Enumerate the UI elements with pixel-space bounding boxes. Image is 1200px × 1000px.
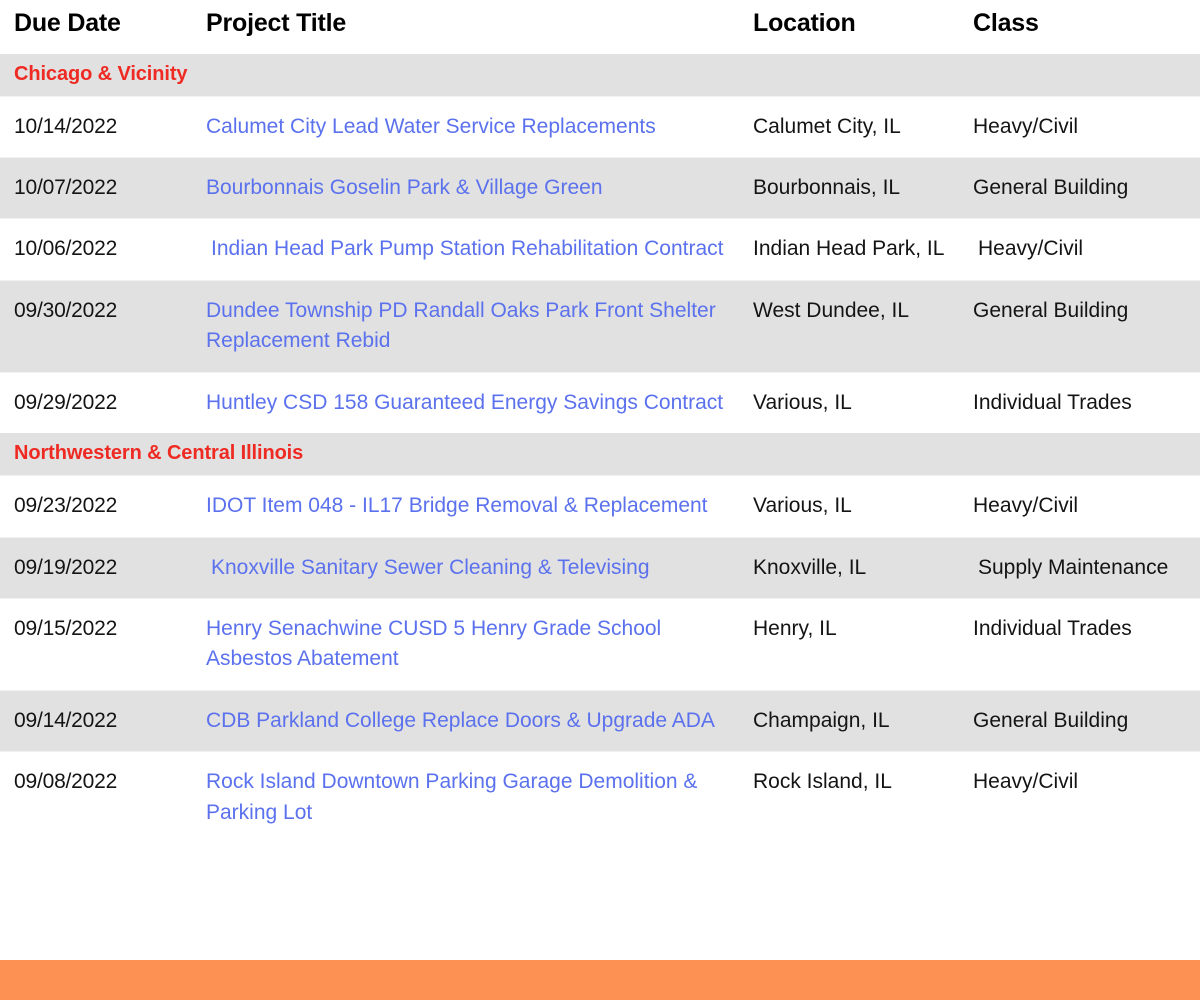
section-header-cell: Chicago & Vicinity	[0, 53, 1200, 96]
cell-class: General Building	[972, 279, 1200, 373]
project-listing-page: Due Date Project Title Location Class Ch…	[0, 0, 1200, 1000]
section-header-cell: Northwestern & Central Illinois	[0, 433, 1200, 476]
project-title-link[interactable]: Dundee Township PD Randall Oaks Park Fro…	[206, 299, 716, 352]
table-row[interactable]: 09/08/2022 Rock Island Downtown Parking G…	[0, 751, 1200, 844]
column-header-location[interactable]: Location	[746, 0, 972, 54]
cell-location: Various, IL	[746, 371, 972, 434]
cell-due-date: 10/14/2022	[0, 95, 172, 158]
section-title: Chicago & Vicinity	[14, 62, 188, 85]
table-header: Due Date Project Title Location Class	[0, 0, 1200, 54]
cell-location: West Dundee, IL	[746, 279, 972, 373]
project-title-link[interactable]: Huntley CSD 158 Guaranteed Energy Saving…	[206, 391, 723, 414]
cell-location: Henry, IL	[746, 598, 972, 691]
cell-project-title: Bourbonnais Goselin Park & Village Green	[172, 156, 746, 219]
table-row[interactable]: 10/07/2022 Bourbonnais Goselin Park & Vil…	[0, 156, 1200, 219]
cell-due-date: 09/14/2022	[0, 689, 172, 752]
cell-class: General Building	[972, 156, 1200, 219]
section-header-row: Northwestern & Central Illinois	[0, 433, 1200, 476]
cell-location: Calumet City, IL	[746, 95, 972, 158]
projects-table: Due Date Project Title Location Class Ch…	[0, 0, 1200, 844]
cell-project-title: Dundee Township PD Randall Oaks Park Fro…	[172, 279, 746, 373]
table-row[interactable]: 09/15/2022 Henry Senachwine CUSD 5 Henry …	[0, 598, 1200, 691]
cell-location: Bourbonnais, IL	[746, 156, 972, 219]
project-title-link[interactable]: CDB Parkland College Replace Doors & Upg…	[206, 709, 715, 732]
cell-location: Champaign, IL	[746, 689, 972, 752]
cell-due-date: 10/06/2022	[0, 218, 172, 281]
cell-due-date: 09/23/2022	[0, 475, 172, 538]
cell-project-title: Henry Senachwine CUSD 5 Henry Grade Scho…	[172, 598, 746, 691]
footer-accent-bar	[0, 960, 1200, 1000]
cell-project-title: Huntley CSD 158 Guaranteed Energy Saving…	[172, 371, 746, 434]
cell-due-date: 10/07/2022	[0, 156, 172, 219]
project-title-link[interactable]: Indian Head Park Pump Station Rehabilita…	[211, 237, 723, 260]
project-title-link[interactable]: Calumet City Lead Water Service Replacem…	[206, 115, 656, 138]
table-row[interactable]: 10/06/2022 Indian Head Park Pump Station …	[0, 218, 1200, 281]
cell-class: Heavy/Civil	[972, 218, 1200, 281]
cell-location: Indian Head Park, IL	[746, 218, 972, 281]
cell-location: Rock Island, IL	[746, 751, 972, 844]
project-title-link[interactable]: Henry Senachwine CUSD 5 Henry Grade Scho…	[206, 617, 661, 670]
cell-project-title: Calumet City Lead Water Service Replacem…	[172, 95, 746, 158]
cell-class: General Building	[972, 689, 1200, 752]
cell-project-title: Rock Island Downtown Parking Garage Demo…	[172, 751, 746, 844]
cell-project-title: CDB Parkland College Replace Doors & Upg…	[172, 689, 746, 752]
cell-due-date: 09/15/2022	[0, 598, 172, 691]
cell-location: Various, IL	[746, 475, 972, 538]
column-header-project-title[interactable]: Project Title	[172, 0, 746, 54]
cell-due-date: 09/08/2022	[0, 751, 172, 844]
table-row[interactable]: 09/29/2022 Huntley CSD 158 Guaranteed Ene…	[0, 371, 1200, 434]
cell-class: Heavy/Civil	[972, 475, 1200, 538]
cell-class: Heavy/Civil	[972, 95, 1200, 158]
table-row[interactable]: 09/23/2022 IDOT Item 048 - IL17 Bridge Re…	[0, 475, 1200, 538]
cell-class: Supply Maintenance	[972, 536, 1200, 599]
cell-class: Individual Trades	[972, 371, 1200, 434]
content-filler	[0, 843, 1200, 960]
cell-class: Individual Trades	[972, 598, 1200, 691]
cell-project-title: IDOT Item 048 - IL17 Bridge Removal & Re…	[172, 475, 746, 538]
table-row[interactable]: 10/14/2022 Calumet City Lead Water Servic…	[0, 95, 1200, 158]
section-header-row: Chicago & Vicinity	[0, 53, 1200, 96]
cell-project-title: Indian Head Park Pump Station Rehabilita…	[172, 218, 746, 281]
cell-due-date: 09/29/2022	[0, 371, 172, 434]
table-row[interactable]: 09/30/2022 Dundee Township PD Randall Oak…	[0, 279, 1200, 373]
cell-due-date: 09/30/2022	[0, 279, 172, 373]
column-header-class[interactable]: Class	[972, 0, 1200, 54]
table-row[interactable]: 09/19/2022 Knoxville Sanitary Sewer Clean…	[0, 536, 1200, 599]
table-row[interactable]: 09/14/2022 CDB Parkland College Replace D…	[0, 689, 1200, 752]
cell-location: Knoxville, IL	[746, 536, 972, 599]
cell-project-title: Knoxville Sanitary Sewer Cleaning & Tele…	[172, 536, 746, 599]
cell-class: Heavy/Civil	[972, 751, 1200, 844]
column-header-due-date[interactable]: Due Date	[0, 0, 172, 54]
section-title: Northwestern & Central Illinois	[14, 442, 304, 465]
table-header-row: Due Date Project Title Location Class	[0, 0, 1200, 54]
table-body: Chicago & Vicinity 10/14/2022 Calumet City…	[0, 53, 1200, 844]
project-title-link[interactable]: Bourbonnais Goselin Park & Village Green	[206, 176, 603, 199]
project-title-link[interactable]: Rock Island Downtown Parking Garage Demo…	[206, 770, 697, 823]
project-title-link[interactable]: IDOT Item 048 - IL17 Bridge Removal & Re…	[206, 494, 708, 517]
project-title-link[interactable]: Knoxville Sanitary Sewer Cleaning & Tele…	[211, 556, 650, 579]
cell-due-date: 09/19/2022	[0, 536, 172, 599]
